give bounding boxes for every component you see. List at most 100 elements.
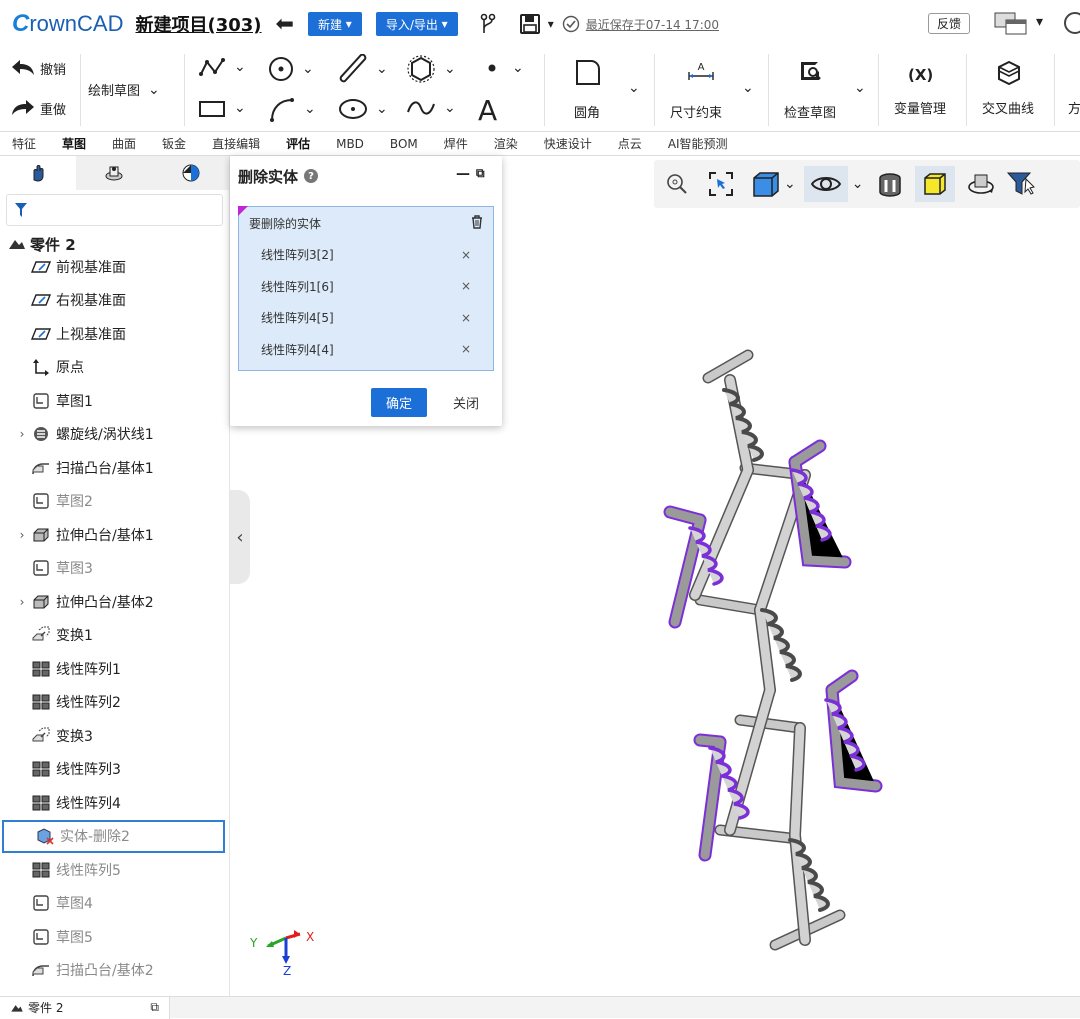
orientation-dropdown-icon[interactable]: ⌄ — [784, 166, 796, 202]
polyline-tool[interactable]: ⌄ — [198, 56, 246, 78]
import-export-button[interactable]: 导入/导出 ▾ — [375, 12, 458, 36]
intersect-curve-icon[interactable] — [996, 60, 1022, 86]
tree-item-18[interactable]: 线性阵列5 — [0, 853, 229, 887]
tree-item-15[interactable]: 线性阵列3 — [0, 753, 229, 787]
rectangle-tool[interactable]: ⌄ — [198, 98, 246, 118]
slot-tool[interactable]: ⌄ — [338, 54, 388, 84]
list-item[interactable]: 线性阵列1[6] × — [239, 271, 493, 303]
tree-item-20[interactable]: 草图5 — [0, 920, 229, 954]
tree-item-0[interactable]: 前视基准面 — [0, 250, 229, 284]
tab-2[interactable]: 曲面 — [112, 135, 136, 152]
collapse-panel-button[interactable]: ‹ — [230, 490, 250, 584]
undo-button[interactable]: 撤销 — [10, 58, 66, 78]
tree-item-10[interactable]: › 拉伸凸台/基体2 — [0, 585, 229, 619]
tree-item-16[interactable]: 线性阵列4 — [0, 786, 229, 820]
display-eye-icon[interactable] — [803, 166, 848, 202]
tab-7[interactable]: BOM — [390, 137, 418, 151]
tab-0[interactable]: 特征 — [12, 135, 36, 152]
draw-sketch-button[interactable]: 绘制草图 ⌄ — [88, 80, 160, 100]
tree-item-21[interactable]: 扫描凸台/基体2 — [0, 954, 229, 988]
tree-item-17[interactable]: 实体-删除2 — [2, 819, 225, 853]
remove-item-icon[interactable]: × — [461, 248, 471, 262]
layout-dropdown-icon[interactable]: ▾ — [1036, 14, 1043, 30]
tab-9[interactable]: 渲染 — [494, 135, 518, 152]
remove-item-icon[interactable]: × — [461, 279, 471, 293]
user-avatar[interactable] — [1064, 12, 1080, 34]
fillet-dropdown-icon[interactable]: ⌄ — [628, 80, 640, 96]
tree-item-3[interactable]: 原点 — [0, 351, 229, 385]
tab-appearance[interactable] — [153, 156, 229, 190]
selection-filter-icon[interactable] — [1007, 166, 1037, 202]
trash-icon[interactable] — [471, 214, 483, 232]
check-sketch-dropdown-icon[interactable]: ⌄ — [854, 80, 866, 96]
save-icon[interactable] — [519, 14, 540, 34]
text-tool-icon[interactable]: A — [478, 94, 497, 127]
tree-filter-input[interactable] — [6, 194, 223, 226]
intersect-curve-button[interactable]: 交叉曲线 — [982, 98, 1034, 117]
rotate-view-icon[interactable] — [967, 166, 995, 202]
zoom-fit-icon[interactable] — [666, 166, 688, 202]
tab-6[interactable]: MBD — [336, 137, 364, 151]
fillet-button[interactable]: 圆角 — [574, 102, 600, 121]
check-sketch-button[interactable]: 检查草图 — [784, 102, 836, 121]
tree-item-2[interactable]: 上视基准面 — [0, 317, 229, 351]
ok-button[interactable]: 确定 — [371, 388, 427, 417]
tree-item-12[interactable]: 线性阵列1 — [0, 652, 229, 686]
document-tab[interactable]: 零件 2 ⧉ — [0, 996, 170, 1019]
dimension-icon[interactable]: A — [686, 60, 716, 84]
tree-item-4[interactable]: 草图1 — [0, 384, 229, 418]
branch-icon[interactable] — [480, 13, 496, 35]
tree-item-1[interactable]: 右视基准面 — [0, 284, 229, 318]
tree-item-13[interactable]: 线性阵列2 — [0, 686, 229, 720]
expand-arrow-icon[interactable]: › — [14, 595, 30, 609]
fillet-icon[interactable] — [574, 58, 602, 86]
variable-manage-button[interactable]: 变量管理 — [894, 98, 946, 117]
polygon-tool[interactable]: ⌄ — [406, 54, 456, 84]
bodies-to-delete-list[interactable]: 要删除的实体 线性阵列3[2] × 线性阵列1[6] × 线性阵列4[5] × 线性阵列4[… — [238, 206, 494, 371]
project-name[interactable]: 新建项目(303) — [135, 11, 261, 37]
redo-button[interactable]: 重做 — [10, 98, 66, 118]
remove-item-icon[interactable]: × — [461, 311, 471, 325]
tree-item-19[interactable]: 草图4 — [0, 887, 229, 921]
list-item[interactable]: 线性阵列3[2] × — [239, 239, 493, 271]
window-layout-icon[interactable] — [994, 12, 1028, 36]
tab-12[interactable]: AI智能预测 — [668, 135, 728, 152]
back-arrow-icon[interactable]: ⬅ — [276, 12, 294, 37]
restore-icon[interactable]: ⧉ — [150, 1000, 159, 1015]
point-tool[interactable]: ⌄ — [486, 60, 524, 76]
new-button[interactable]: 新建 ▾ — [307, 12, 362, 36]
view-orientation-icon[interactable] — [752, 166, 780, 202]
ribbon-overflow-label[interactable]: 方 — [1068, 98, 1080, 117]
tab-1[interactable]: 草图 — [62, 135, 86, 152]
tab-5[interactable]: 评估 — [286, 135, 310, 152]
tree-item-14[interactable]: 变换3 — [0, 719, 229, 753]
dimension-constraint-button[interactable]: 尺寸约束 — [670, 102, 722, 121]
save-dropdown-icon[interactable]: ▾ — [548, 17, 554, 31]
expand-arrow-icon[interactable]: › — [14, 427, 30, 441]
section-view-icon[interactable] — [877, 166, 903, 202]
tab-8[interactable]: 焊件 — [444, 135, 468, 152]
remove-item-icon[interactable]: × — [461, 342, 471, 356]
check-sketch-icon[interactable] — [798, 58, 826, 84]
ellipse-tool[interactable]: ⌄ — [338, 98, 388, 120]
tab-3[interactable]: 钣金 — [162, 135, 186, 152]
variable-icon[interactable]: (X) — [908, 66, 933, 84]
spline-tool[interactable]: ⌄ — [406, 98, 456, 118]
tree-item-6[interactable]: 扫描凸台/基体1 — [0, 451, 229, 485]
help-icon[interactable]: ? — [304, 169, 319, 183]
shaded-view-icon[interactable] — [915, 166, 956, 202]
tab-10[interactable]: 快速设计 — [544, 135, 592, 152]
tab-4[interactable]: 直接编辑 — [212, 135, 260, 152]
list-item[interactable]: 线性阵列4[4] × — [239, 334, 493, 366]
circle-tool[interactable]: ⌄ — [268, 56, 314, 82]
close-button[interactable]: 关闭 — [444, 388, 488, 417]
display-dropdown-icon[interactable]: ⌄ — [852, 166, 864, 202]
zoom-area-icon[interactable] — [708, 166, 734, 202]
tree-item-5[interactable]: › 螺旋线/涡状线1 — [0, 418, 229, 452]
dimension-dropdown-icon[interactable]: ⌄ — [742, 80, 754, 96]
tab-11[interactable]: 点云 — [618, 135, 642, 152]
tab-properties[interactable] — [76, 156, 152, 190]
arc-tool[interactable]: ⌄ — [268, 96, 316, 122]
tree-item-7[interactable]: 草图2 — [0, 485, 229, 519]
tree-item-9[interactable]: 草图3 — [0, 552, 229, 586]
